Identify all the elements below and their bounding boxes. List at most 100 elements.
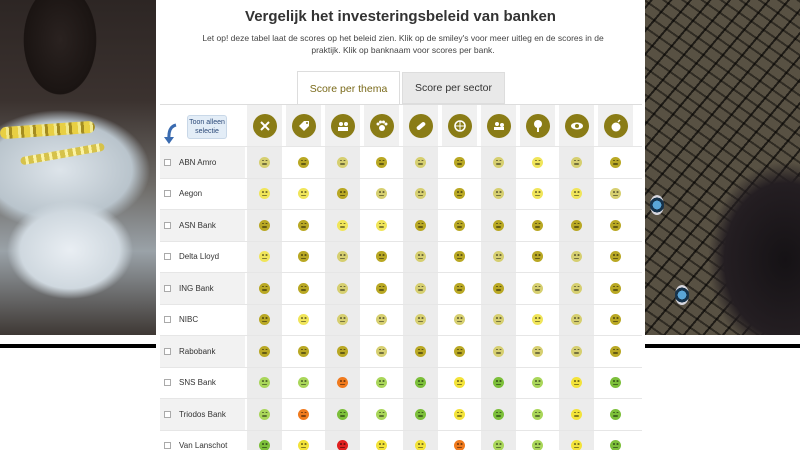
score-cell[interactable] [440,336,477,367]
smiley-icon[interactable] [454,156,465,168]
score-cell[interactable] [596,304,633,335]
score-cell[interactable] [245,241,282,272]
smiley-icon[interactable] [493,440,504,450]
show-selection-label[interactable]: Toon alleen selectie [187,115,227,139]
score-cell[interactable] [245,399,282,430]
smiley-icon[interactable] [571,440,582,450]
smiley-icon[interactable] [610,188,621,200]
score-cell[interactable] [401,399,438,430]
smiley-icon[interactable] [376,345,387,357]
smiley-icon[interactable] [298,219,309,231]
smiley-icon[interactable] [298,156,309,168]
score-cell[interactable] [323,273,360,304]
bank-name-cell[interactable]: Aegon [160,179,245,210]
score-cell[interactable] [518,210,555,241]
score-cell[interactable] [245,336,282,367]
smiley-icon[interactable] [454,440,465,450]
score-cell[interactable] [479,336,516,367]
smiley-icon[interactable] [571,188,582,200]
smiley-icon[interactable] [259,156,270,168]
smiley-icon[interactable] [571,156,582,168]
smiley-icon[interactable] [298,377,309,389]
score-cell[interactable] [323,304,360,335]
score-cell[interactable] [596,399,633,430]
bank-name-link[interactable]: Triodos Bank [179,410,226,419]
score-cell[interactable] [323,430,360,450]
theme-column-header[interactable] [323,105,360,146]
smiley-icon[interactable] [454,188,465,200]
theme-column-header[interactable] [245,105,282,146]
score-cell[interactable] [440,210,477,241]
score-cell[interactable] [557,367,594,398]
score-cell[interactable] [596,430,633,450]
score-cell[interactable] [362,273,399,304]
theme-column-header[interactable] [362,105,399,146]
score-cell[interactable] [440,273,477,304]
smiley-icon[interactable] [337,282,348,294]
score-cell[interactable] [518,304,555,335]
score-cell[interactable] [362,367,399,398]
bank-name-cell[interactable]: NIBC [160,305,245,336]
smiley-icon[interactable] [454,282,465,294]
smiley-icon[interactable] [454,345,465,357]
score-cell[interactable] [440,241,477,272]
score-cell[interactable] [557,178,594,209]
smiley-icon[interactable] [337,156,348,168]
score-cell[interactable] [362,430,399,450]
score-cell[interactable] [518,430,555,450]
smiley-icon[interactable] [376,377,387,389]
smiley-icon[interactable] [259,188,270,200]
score-cell[interactable] [518,367,555,398]
smiley-icon[interactable] [610,219,621,231]
score-cell[interactable] [596,147,633,178]
smiley-icon[interactable] [532,156,543,168]
smiley-icon[interactable] [454,408,465,420]
score-cell[interactable] [284,367,321,398]
bank-checkbox[interactable] [164,316,171,324]
bank-checkbox[interactable] [164,190,171,198]
smiley-icon[interactable] [415,408,426,420]
smiley-icon[interactable] [298,282,309,294]
smiley-icon[interactable] [259,314,270,326]
smiley-icon[interactable] [493,377,504,389]
score-cell[interactable] [596,273,633,304]
bank-name-link[interactable]: ASN Bank [179,221,216,230]
score-cell[interactable] [401,273,438,304]
score-cell[interactable] [596,178,633,209]
smiley-icon[interactable] [415,282,426,294]
smiley-icon[interactable] [337,408,348,420]
score-cell[interactable] [479,147,516,178]
bank-name-link[interactable]: ING Bank [179,284,214,293]
score-cell[interactable] [518,178,555,209]
score-cell[interactable] [440,304,477,335]
smiley-icon[interactable] [571,408,582,420]
bank-checkbox[interactable] [164,221,171,229]
smiley-icon[interactable] [337,345,348,357]
theme-column-header[interactable] [479,105,516,146]
theme-column-header[interactable] [401,105,438,146]
score-cell[interactable] [245,273,282,304]
smiley-icon[interactable] [610,408,621,420]
score-cell[interactable] [557,241,594,272]
smiley-icon[interactable] [610,314,621,326]
bank-name-cell[interactable]: SNS Bank [160,368,245,399]
score-cell[interactable] [479,399,516,430]
score-cell[interactable] [284,210,321,241]
score-cell[interactable] [323,210,360,241]
smiley-icon[interactable] [415,440,426,450]
score-cell[interactable] [323,367,360,398]
bank-name-link[interactable]: SNS Bank [179,378,216,387]
score-cell[interactable] [479,430,516,450]
bank-name-cell[interactable]: ABN Amro [160,147,245,178]
bank-checkbox[interactable] [164,158,171,166]
score-cell[interactable] [401,367,438,398]
score-cell[interactable] [245,178,282,209]
score-cell[interactable] [596,241,633,272]
smiley-icon[interactable] [493,408,504,420]
bank-name-cell[interactable]: ASN Bank [160,210,245,241]
smiley-icon[interactable] [454,314,465,326]
score-cell[interactable] [323,178,360,209]
score-cell[interactable] [362,336,399,367]
score-cell[interactable] [401,178,438,209]
theme-column-header[interactable] [284,105,321,146]
